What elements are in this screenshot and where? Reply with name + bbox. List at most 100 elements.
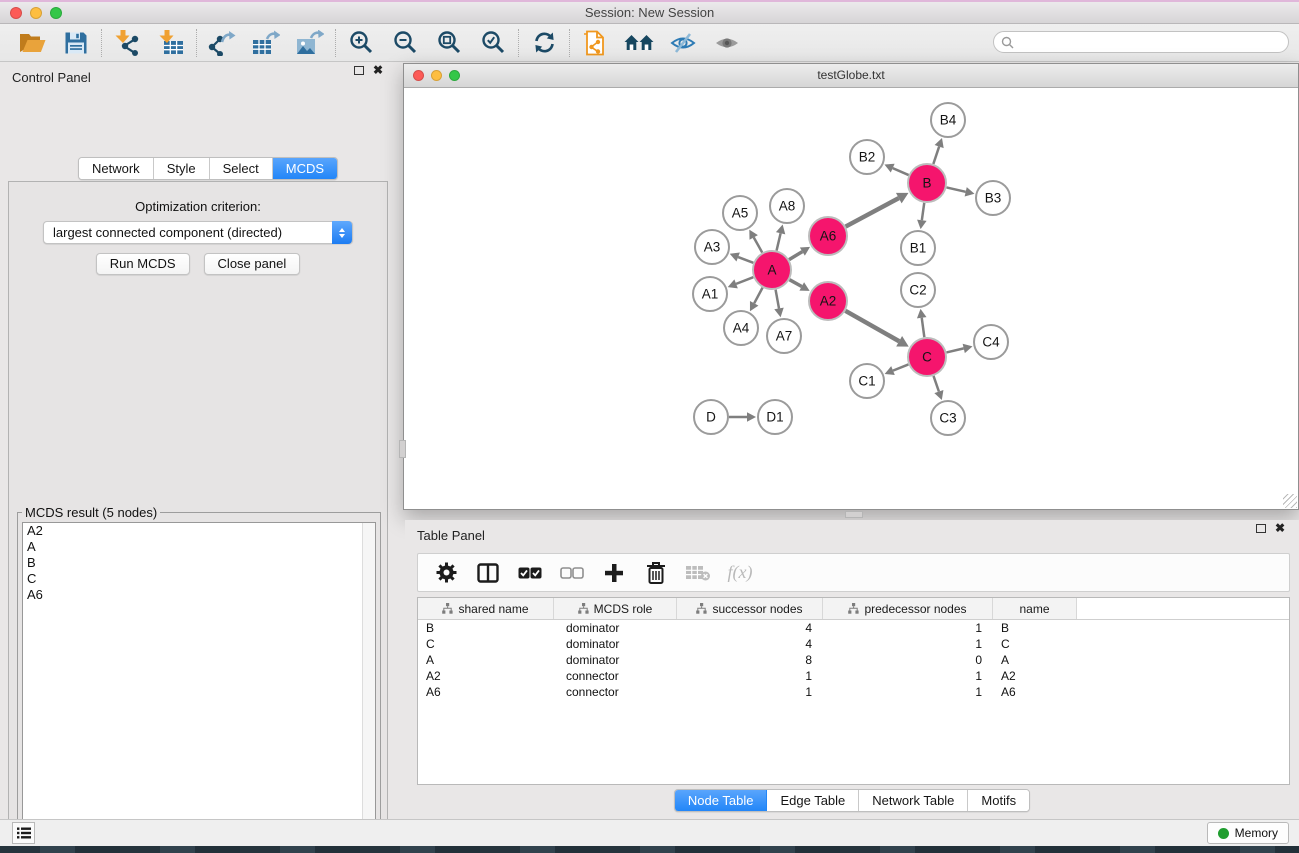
graph-edge-C-C3[interactable]	[934, 376, 939, 392]
horizontal-splitter-handle[interactable]	[845, 511, 863, 518]
refresh-view-button[interactable]	[522, 27, 566, 59]
mcds-result-scrollbar[interactable]	[362, 523, 375, 853]
table-row[interactable]: Adominator80A	[418, 652, 1289, 668]
float-table-panel-icon[interactable]	[1256, 524, 1266, 533]
close-window-button[interactable]	[10, 7, 22, 19]
column-header-predecessor-nodes[interactable]: predecessor nodes	[823, 598, 993, 619]
tab-network-table[interactable]: Network Table	[859, 790, 968, 811]
graph-edge-B-B2[interactable]	[893, 168, 909, 175]
graph-edge-C-C2[interactable]	[922, 318, 925, 337]
graph-node-C2[interactable]: C2	[901, 273, 935, 307]
resize-grip-icon[interactable]	[1283, 494, 1297, 508]
tab-mcds[interactable]: MCDS	[273, 158, 337, 179]
tab-network[interactable]: Network	[79, 158, 154, 179]
zoom-fit-button[interactable]	[427, 27, 471, 59]
graph-edge-A-A8[interactable]	[777, 233, 781, 250]
graph-node-B[interactable]: B	[908, 164, 946, 202]
memory-button[interactable]: Memory	[1207, 822, 1289, 844]
graph-node-A[interactable]: A	[753, 251, 791, 289]
graph-edge-C-C4[interactable]	[946, 348, 963, 352]
graph-node-B1[interactable]: B1	[901, 231, 935, 265]
graph-edge-A6-B[interactable]	[846, 198, 899, 226]
column-header-shared-name[interactable]: shared name	[418, 598, 554, 619]
graph-node-A8[interactable]: A8	[770, 189, 804, 223]
tab-edge-table[interactable]: Edge Table	[767, 790, 859, 811]
hide-graphics-details-button[interactable]	[661, 27, 705, 59]
zoom-selected-button[interactable]	[471, 27, 515, 59]
mcds-result-list[interactable]: A2ABCA6	[22, 522, 376, 853]
function-builder-button[interactable]: f(x)	[721, 558, 759, 588]
tab-style[interactable]: Style	[154, 158, 210, 179]
open-session-button[interactable]	[10, 27, 54, 59]
zoom-window-button[interactable]	[50, 7, 62, 19]
show-graphics-details-button[interactable]	[705, 27, 749, 59]
tab-motifs[interactable]: Motifs	[968, 790, 1029, 811]
graph-edge-A-A6[interactable]	[789, 252, 802, 260]
tab-select[interactable]: Select	[210, 158, 273, 179]
tab-node-table[interactable]: Node Table	[675, 790, 768, 811]
mcds-result-item[interactable]: C	[23, 571, 375, 587]
graph-edge-A-A4[interactable]	[754, 288, 762, 304]
mcds-result-item[interactable]: A6	[23, 587, 375, 603]
graph-node-C1[interactable]: C1	[850, 364, 884, 398]
graph-node-C3[interactable]: C3	[931, 401, 965, 435]
delete-column-button[interactable]	[637, 558, 675, 588]
graph-node-A2[interactable]: A2	[809, 282, 847, 320]
deselect-all-button[interactable]	[553, 558, 591, 588]
graph-node-A5[interactable]: A5	[723, 196, 757, 230]
export-table-button[interactable]	[244, 27, 288, 59]
graph-node-D1[interactable]: D1	[758, 400, 792, 434]
new-network-from-file-button[interactable]	[573, 27, 617, 59]
graph-edge-A-A2[interactable]	[789, 280, 801, 287]
column-header-mcds-role[interactable]: MCDS role	[554, 598, 677, 619]
hubba-houses-button[interactable]	[617, 27, 661, 59]
graph-edge-C-C1[interactable]	[893, 364, 908, 370]
zoom-out-button[interactable]	[383, 27, 427, 59]
graph-node-A6[interactable]: A6	[809, 217, 847, 255]
task-history-button[interactable]	[12, 822, 35, 844]
graph-node-A4[interactable]: A4	[724, 311, 758, 345]
table-row[interactable]: A6connector11A6	[418, 684, 1289, 700]
graph-edge-A-A3[interactable]	[738, 257, 753, 263]
run-mcds-button[interactable]: Run MCDS	[96, 253, 190, 275]
export-network-button[interactable]	[200, 27, 244, 59]
table-row[interactable]: Bdominator41B	[418, 620, 1289, 636]
float-panel-icon[interactable]	[354, 66, 364, 75]
network-window-titlebar[interactable]: testGlobe.txt	[404, 64, 1298, 88]
import-network-button[interactable]	[105, 27, 149, 59]
select-all-button[interactable]	[511, 558, 549, 588]
graph-node-C4[interactable]: C4	[974, 325, 1008, 359]
graph-node-C[interactable]: C	[908, 338, 946, 376]
mcds-result-item[interactable]: A	[23, 539, 375, 555]
graph-edge-A-A7[interactable]	[776, 290, 779, 309]
graph-edge-B-B4[interactable]	[933, 147, 939, 164]
graph-node-A3[interactable]: A3	[695, 230, 729, 264]
table-row[interactable]: A2connector11A2	[418, 668, 1289, 684]
graph-node-B3[interactable]: B3	[976, 181, 1010, 215]
import-table-button[interactable]	[149, 27, 193, 59]
minimize-window-button[interactable]	[30, 7, 42, 19]
export-image-button[interactable]	[288, 27, 332, 59]
close-table-panel-icon[interactable]: ✖	[1275, 521, 1285, 535]
add-column-button[interactable]	[595, 558, 633, 588]
vertical-splitter-handle[interactable]	[399, 440, 406, 458]
optimization-criterion-dropdown[interactable]: largest connected component (directed)	[43, 221, 353, 244]
graph-edge-B-B3[interactable]	[947, 187, 966, 191]
column-header-successor-nodes[interactable]: successor nodes	[677, 598, 823, 619]
graph-edge-A2-C[interactable]	[845, 311, 899, 341]
search-field[interactable]	[993, 31, 1289, 53]
delete-table-button[interactable]	[679, 558, 717, 588]
graph-node-A7[interactable]: A7	[767, 319, 801, 353]
graph-node-B4[interactable]: B4	[931, 103, 965, 137]
graph-node-B2[interactable]: B2	[850, 140, 884, 174]
mcds-result-item[interactable]: A2	[23, 523, 375, 539]
column-header-name[interactable]: name	[993, 598, 1077, 619]
show-columns-button[interactable]	[469, 558, 507, 588]
graph-edge-A-A5[interactable]	[754, 237, 763, 252]
network-close-button[interactable]	[413, 70, 424, 81]
graph-edge-A-A1[interactable]	[736, 277, 753, 284]
close-panel-icon[interactable]: ✖	[373, 63, 383, 77]
close-panel-button[interactable]: Close panel	[204, 253, 301, 275]
mcds-result-item[interactable]: B	[23, 555, 375, 571]
network-canvas[interactable]: B4B2BB3A5A8A6A3B1AA1C2A2A4A7C4CC1C3DD1	[404, 88, 1298, 509]
